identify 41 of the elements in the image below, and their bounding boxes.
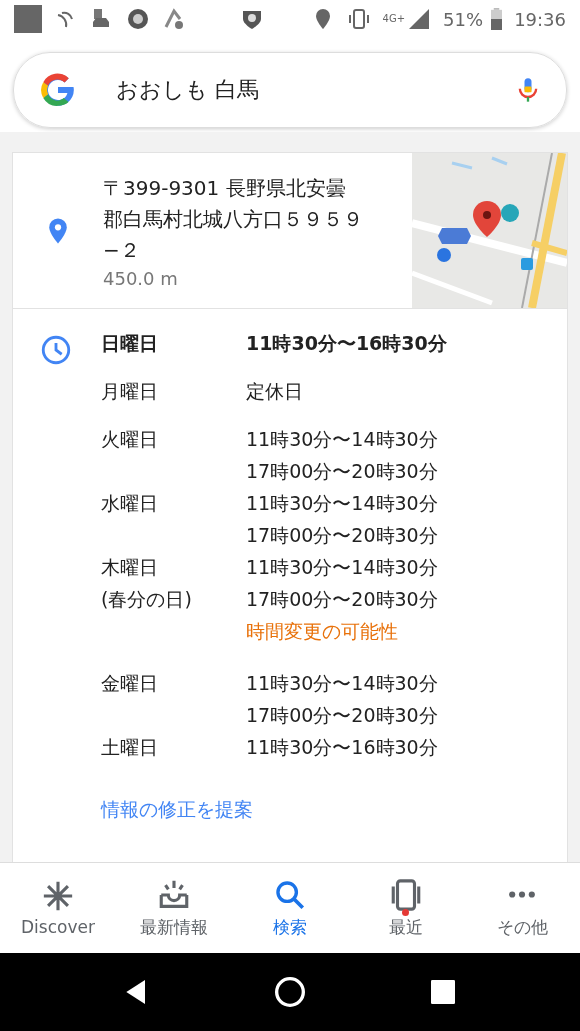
hours-warning: 時間変更の可能性 <box>246 619 399 644</box>
day-label: 日曜日 <box>101 331 159 356</box>
notification-icon <box>14 5 42 33</box>
opening-hours: 11時30分〜14時30分 <box>246 671 438 696</box>
cards-icon <box>389 877 423 912</box>
distance: 450.0 m <box>103 267 179 289</box>
opening-hours: 11時30分〜16時30分 <box>246 331 447 356</box>
network-type: 4G+ <box>382 13 406 24</box>
battery-icon <box>491 8 503 30</box>
day-label: 土曜日 <box>101 735 159 760</box>
day-label: 金曜日 <box>101 671 159 696</box>
battery-percent: 51% <box>443 8 484 30</box>
search-field[interactable]: おおしも 白馬 <box>13 52 567 128</box>
day-label: 木曜日 <box>101 555 159 580</box>
opening-hours: 11時30分〜14時30分 <box>246 491 438 516</box>
holiday-label: (春分の日) <box>101 587 193 612</box>
more-icon <box>508 891 536 898</box>
vibrate-icon <box>346 7 371 31</box>
opening-hours: 定休日 <box>246 379 303 404</box>
opening-hours: 11時30分〜16時30分 <box>246 735 438 760</box>
clock-icon <box>39 333 73 367</box>
day-label: 火曜日 <box>101 427 159 452</box>
address[interactable]: 〒399-9301 長野県北安曇郡白馬村北城八方口５９５９−２ <box>103 172 365 266</box>
clock: 19:36 <box>514 8 566 30</box>
nav-tab[interactable]: 最近 <box>356 877 456 939</box>
home-icon[interactable] <box>274 976 306 1008</box>
opening-hours: 11時30分〜14時30分 <box>246 555 438 580</box>
opening-hours: 11時30分〜14時30分 <box>246 427 438 452</box>
nav-tab[interactable]: その他 <box>472 877 572 939</box>
nav-tab[interactable]: Discover <box>8 879 108 937</box>
nav-tab[interactable]: 最新情報 <box>124 877 224 939</box>
opening-hours: 17時00分〜20時30分 <box>246 459 438 484</box>
suggest-edit-link[interactable]: 情報の修正を提案 <box>101 793 253 825</box>
signal-icon <box>407 7 432 31</box>
opening-hours: 17時00分〜20時30分 <box>246 587 438 612</box>
opening-hours: 17時00分〜20時30分 <box>246 523 438 548</box>
day-label: 水曜日 <box>101 491 159 516</box>
nav-tab[interactable]: 検索 <box>240 877 340 939</box>
opening-hours: 17時00分〜20時30分 <box>246 703 438 728</box>
asterisk-icon <box>41 879 75 913</box>
day-label: 月曜日 <box>101 379 159 404</box>
